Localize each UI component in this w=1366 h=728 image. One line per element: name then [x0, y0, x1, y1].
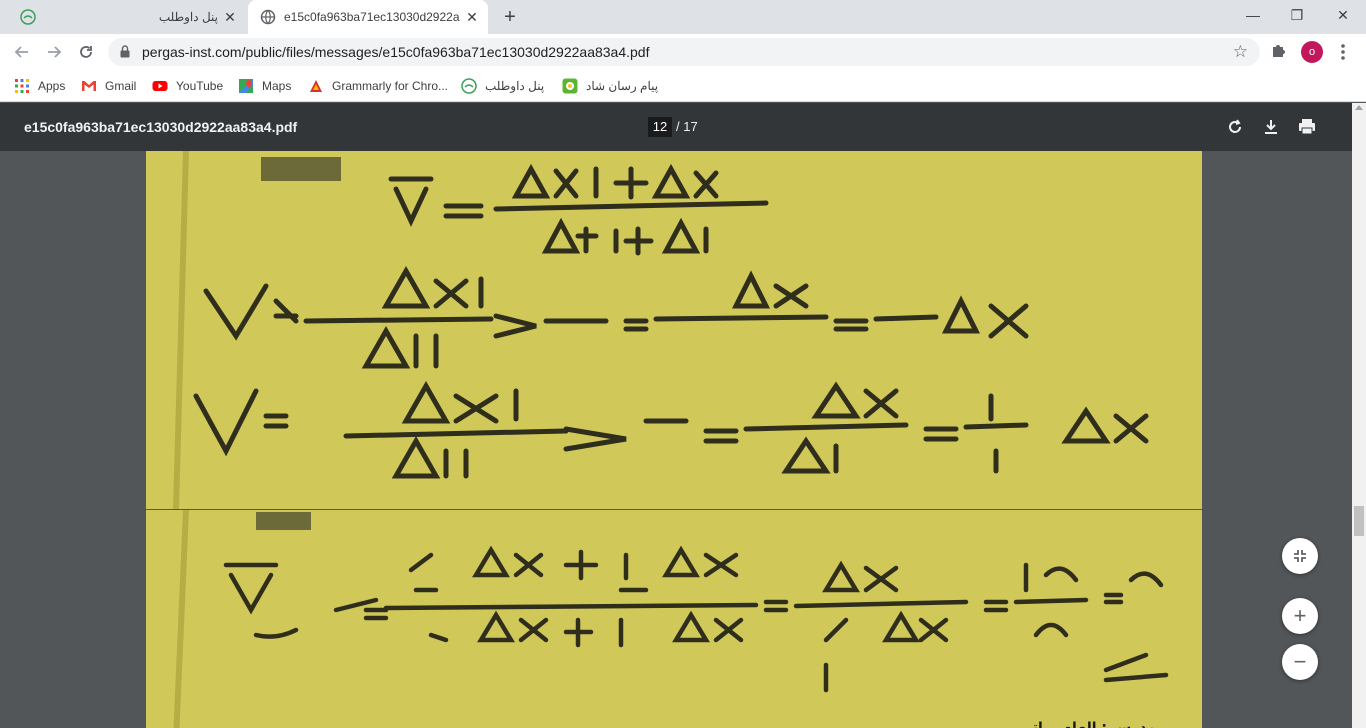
bookmark-label: Gmail — [105, 79, 137, 93]
address-bar[interactable]: pergas-inst.com/public/files/messages/e1… — [108, 38, 1260, 66]
scrollbar-thumb[interactable] — [1354, 506, 1364, 536]
bookmark-label: Apps — [38, 79, 66, 93]
lock-icon — [120, 45, 130, 58]
bookmark-label: پیام رسان شاد — [586, 79, 659, 93]
pdf-toolbar: e15c0fa963ba71ec13030d2922aa83a4.pdf 12 … — [0, 103, 1352, 151]
reload-button[interactable] — [74, 40, 98, 64]
youtube-icon — [152, 81, 168, 91]
close-tab-icon[interactable]: ✕ — [464, 9, 480, 25]
tab-title: پنل داوطلب — [158, 10, 218, 24]
forward-arrow-icon — [48, 46, 62, 58]
bookmark-label: YouTube — [176, 79, 224, 93]
gmail-icon — [82, 81, 96, 91]
browser-toolbar: pergas-inst.com/public/files/messages/e1… — [0, 34, 1366, 70]
pdf-filename: e15c0fa963ba71ec13030d2922aa83a4.pdf — [24, 119, 298, 135]
handwritten-equations-image: مدرس : الهام براتی — [146, 510, 1202, 728]
bookmark-maps[interactable]: Maps — [238, 76, 291, 96]
close-tab-icon[interactable]: ✕ — [222, 9, 238, 25]
bookmark-gmail[interactable]: Gmail — [81, 76, 136, 96]
fit-page-icon — [1294, 550, 1306, 562]
extensions-puzzle-icon[interactable] — [1270, 41, 1288, 59]
grammarly-icon — [310, 80, 322, 92]
tab-pdf[interactable]: e15c0fa963ba71ec13030d2922aa83a4.pdf ✕ — [248, 0, 488, 34]
url-text: pergas-inst.com/public/files/messages/e1… — [142, 44, 650, 60]
bookmark-shad[interactable]: پیام رسان شاد — [562, 76, 658, 96]
close-window-button[interactable]: ✕ — [1320, 0, 1366, 30]
tab-strip: پنل داوطلب ✕ e15c0fa963ba71ec13030d2922a… — [0, 0, 1366, 34]
handwritten-equations-image — [146, 151, 1202, 509]
pdf-viewer-area[interactable]: مدرس : الهام براتی — [0, 151, 1352, 728]
new-tab-button[interactable]: + — [498, 5, 522, 29]
fit-to-page-button[interactable] — [1282, 538, 1318, 574]
rotate-icon[interactable] — [1225, 117, 1245, 137]
back-button[interactable] — [10, 40, 34, 64]
bookmark-grammarly[interactable]: Grammarly for Chro... — [308, 76, 448, 96]
caption-text: مدرس : الهام براتی — [1019, 720, 1156, 728]
bookmark-star-icon[interactable]: ☆ — [1233, 42, 1248, 62]
bookmark-label: پنل داوطلب — [485, 79, 545, 93]
bookmark-apps[interactable]: Apps — [14, 76, 65, 96]
apps-grid-icon — [15, 79, 29, 93]
back-arrow-icon — [14, 46, 28, 58]
bookmark-youtube[interactable]: YouTube — [152, 76, 223, 96]
print-icon[interactable] — [1297, 117, 1317, 137]
bookmark-label: Grammarly for Chro... — [332, 79, 449, 93]
whiteboard-photo-bottom: مدرس : الهام براتی — [146, 510, 1202, 728]
reload-icon — [80, 46, 92, 58]
globe-icon — [260, 9, 276, 25]
restore-button[interactable]: ❐ — [1274, 0, 1320, 30]
whiteboard-photo-top — [146, 151, 1202, 509]
bookmark-candidate-panel[interactable]: پنل داوطلب — [461, 76, 544, 96]
kebab-menu-icon[interactable] — [1336, 40, 1350, 64]
panel-logo-icon — [461, 78, 477, 94]
tab-candidate-panel[interactable]: پنل داوطلب ✕ — [8, 0, 246, 34]
shad-icon — [562, 78, 578, 94]
profile-avatar[interactable]: o — [1301, 41, 1323, 63]
scroll-up-arrow-icon[interactable] — [1355, 105, 1363, 110]
page-total: / 17 — [676, 119, 698, 134]
page-number-input[interactable]: 12 — [648, 117, 672, 137]
tab-title: e15c0fa963ba71ec13030d2922aa83a4.pdf — [284, 10, 460, 24]
forward-button[interactable] — [42, 40, 66, 64]
zoom-out-button[interactable]: − — [1282, 644, 1318, 680]
panel-logo-icon — [20, 9, 36, 25]
minimize-button[interactable]: — — [1230, 0, 1276, 30]
download-icon[interactable] — [1261, 117, 1281, 137]
bookmark-label: Maps — [262, 79, 292, 93]
vertical-scrollbar[interactable] — [1352, 103, 1366, 728]
zoom-in-button[interactable]: + — [1282, 598, 1318, 634]
maps-icon — [239, 79, 253, 93]
bookmarks-bar: Apps Gmail YouTube Maps Grammarly for Ch… — [0, 70, 1366, 102]
